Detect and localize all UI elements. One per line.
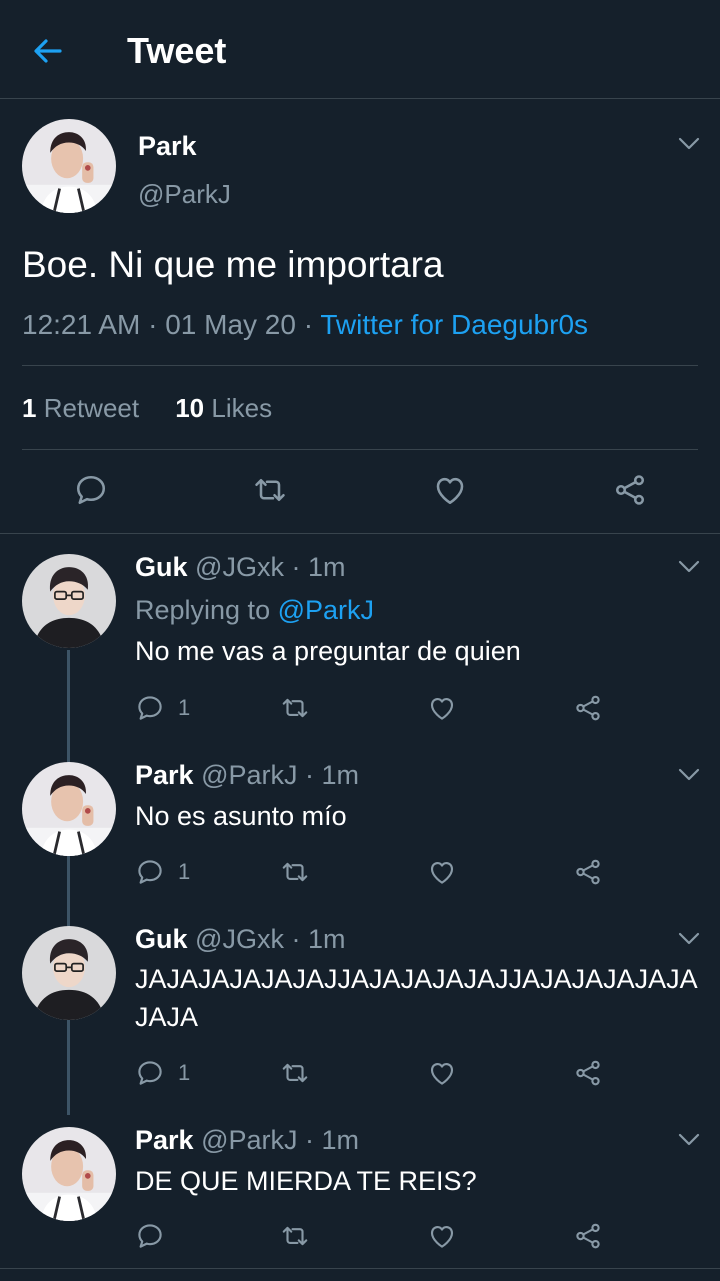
author-handle[interactable]: @ParkJ <box>201 760 297 790</box>
author-handle[interactable]: @JGxk <box>195 924 284 954</box>
retweet-icon[interactable] <box>280 856 310 888</box>
author-name[interactable]: Park <box>135 760 194 790</box>
reply-text: DE QUE MIERDA TE REIS? <box>135 1166 477 1196</box>
tweet-source-link[interactable]: Twitter for Daegubr0s <box>320 309 588 340</box>
reply-header: Guk @JGxk · 1m <box>135 552 346 582</box>
author-name[interactable]: Park <box>138 131 197 162</box>
reply-icon[interactable] <box>135 856 165 888</box>
arrow-left-icon[interactable] <box>30 33 66 69</box>
share-icon[interactable] <box>573 856 603 888</box>
chevron-down-icon[interactable] <box>678 1133 700 1147</box>
avatar[interactable] <box>22 119 116 213</box>
retweet-icon[interactable] <box>280 692 310 724</box>
author-handle[interactable]: @ParkJ <box>201 1125 297 1155</box>
reply-icon[interactable] <box>73 472 109 508</box>
reply-time: 1m <box>321 760 360 790</box>
reply-time: 1m <box>321 1125 360 1155</box>
like-icon[interactable] <box>427 692 457 724</box>
divider <box>0 1268 720 1269</box>
share-icon[interactable] <box>573 1057 603 1089</box>
reply-time: 1m <box>307 924 346 954</box>
likes-label: Likes <box>211 393 273 423</box>
reply-count: 1 <box>178 859 191 884</box>
avatar[interactable] <box>22 762 116 856</box>
reply-icon[interactable] <box>135 692 165 724</box>
like-icon[interactable] <box>427 1220 457 1252</box>
divider <box>22 449 698 450</box>
chevron-down-icon[interactable] <box>678 560 700 574</box>
tweet-meta: 12:21 AM · 01 May 20 · Twitter for Daegu… <box>22 309 588 341</box>
retweet-icon[interactable] <box>280 1220 310 1252</box>
retweet-icon[interactable] <box>252 472 288 508</box>
tweet-date: 01 May 20 <box>165 309 296 340</box>
reply-header: Park @ParkJ · 1m <box>135 760 360 790</box>
thread-line <box>67 650 70 1115</box>
reply-count: 1 <box>178 695 191 720</box>
replying-to: Replying to @ParkJ <box>135 595 374 626</box>
reply-time: 1m <box>307 552 346 582</box>
author-handle[interactable]: @ParkJ <box>138 179 231 210</box>
retweets-count: 1 <box>22 393 37 423</box>
retweet-icon[interactable] <box>280 1057 310 1089</box>
like-icon[interactable] <box>427 1057 457 1089</box>
tweet-time: 12:21 AM <box>22 309 141 340</box>
share-icon[interactable] <box>612 472 648 508</box>
avatar[interactable] <box>22 926 116 1020</box>
reply-text: No me vas a preguntar de quien <box>135 636 521 666</box>
reply-header: Park @ParkJ · 1m <box>135 1125 360 1155</box>
likes-stat[interactable]: 10 Likes <box>175 393 272 423</box>
retweets-stat[interactable]: 1 Retweet <box>22 393 139 423</box>
author-name[interactable]: Park <box>135 1125 194 1155</box>
reply-header: Guk @JGxk · 1m <box>135 924 346 954</box>
divider <box>22 365 698 366</box>
author-handle[interactable]: @JGxk <box>195 552 284 582</box>
chevron-down-icon[interactable] <box>678 137 700 151</box>
reply-icon[interactable] <box>135 1220 165 1252</box>
like-icon[interactable] <box>432 472 468 508</box>
likes-count: 10 <box>175 393 205 423</box>
chevron-down-icon[interactable] <box>678 768 700 782</box>
reply-text: No es asunto mío <box>135 801 347 831</box>
avatar[interactable] <box>22 1127 116 1221</box>
main-tweet: Park @ParkJ Boe. Ni que me importara 12:… <box>0 99 720 534</box>
replying-label: Replying to <box>135 595 271 625</box>
avatar[interactable] <box>22 554 116 648</box>
chevron-down-icon[interactable] <box>678 932 700 946</box>
like-icon[interactable] <box>427 856 457 888</box>
share-icon[interactable] <box>573 692 603 724</box>
tweet-stats: 1 Retweet 10 Likes <box>22 393 272 424</box>
replying-to-link[interactable]: @ParkJ <box>278 595 374 625</box>
author-name[interactable]: Guk <box>135 924 188 954</box>
author-name[interactable]: Guk <box>135 552 188 582</box>
top-bar: Tweet <box>0 0 720 99</box>
share-icon[interactable] <box>573 1220 603 1252</box>
retweets-label: Retweet <box>43 393 140 423</box>
tweet-text: Boe. Ni que me importara <box>22 244 444 285</box>
page-title: Tweet <box>127 30 227 71</box>
reply-count: 1 <box>178 1060 191 1085</box>
reply-icon[interactable] <box>135 1057 165 1089</box>
meta-separator: · <box>148 309 158 340</box>
reply-text: JAJAJAJAJAJAJJAJAJAJAJAJJAJAJAJAJAJAJAJA <box>135 964 698 1032</box>
meta-separator: · <box>303 309 314 340</box>
